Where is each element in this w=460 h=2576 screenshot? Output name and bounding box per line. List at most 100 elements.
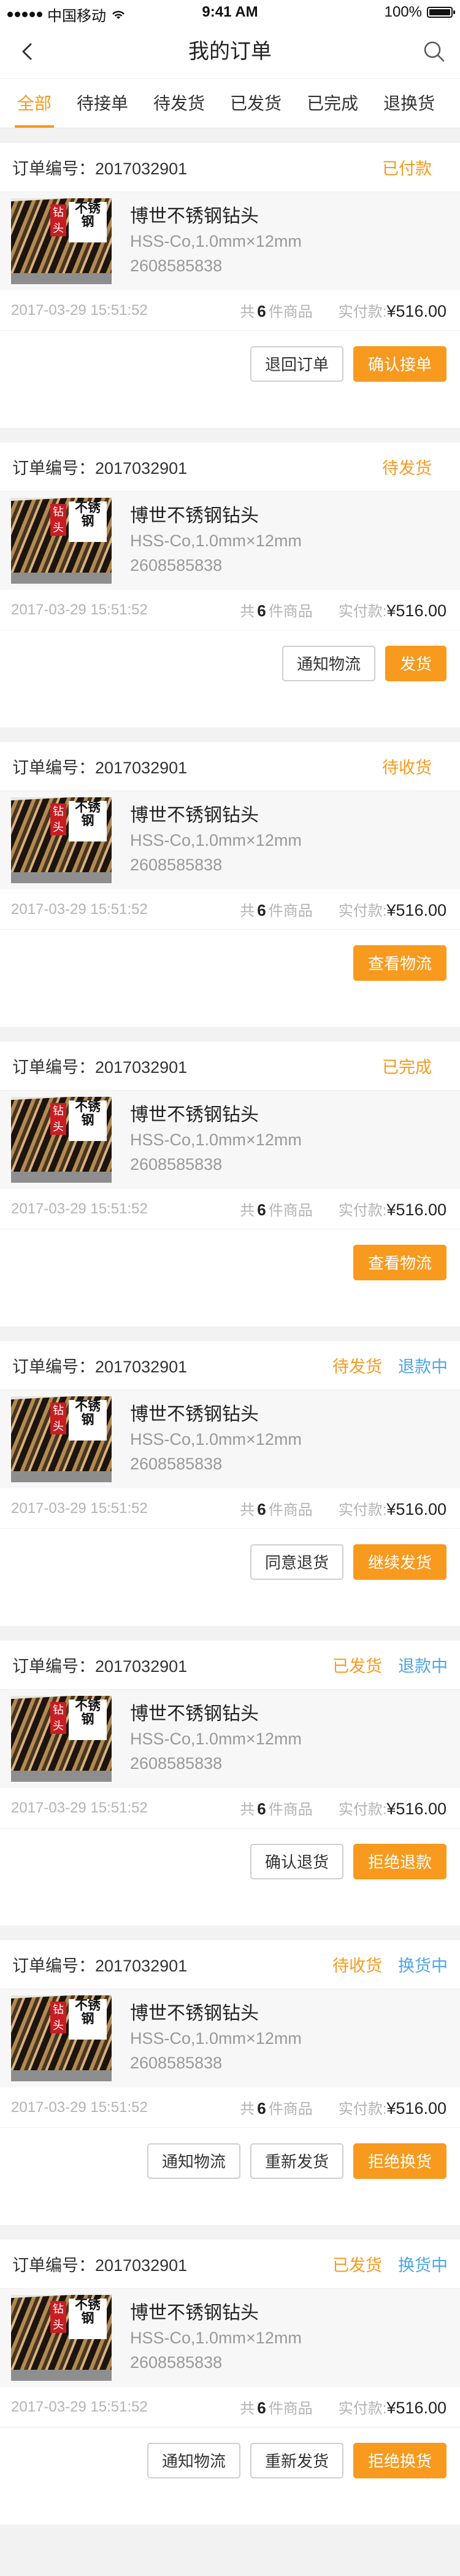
- item-count: 共 6 件商品: [240, 901, 313, 919]
- order-number: 订单编号：2017032901: [12, 759, 188, 777]
- product-thumbnail-tag2: 不锈钢: [69, 2299, 107, 2339]
- order-action-button[interactable]: 查看物流: [353, 945, 447, 981]
- order-action-button[interactable]: 退回订单: [250, 346, 343, 382]
- item-count: 共 6 件商品: [240, 1500, 313, 1518]
- order-summary: 2017-03-29 15:51:52 共 6 件商品 实付款:¥516.00: [0, 2387, 460, 2427]
- order-date: 2017-03-29 15:51:52: [11, 1200, 148, 1217]
- product-thumbnail: 钻头 不锈钢: [11, 1396, 112, 1482]
- status-bar: 中国移动 9:41 AM 100%: [0, 0, 460, 25]
- order-action-button[interactable]: 通知物流: [282, 646, 375, 681]
- product-name: 博世不锈钢钻头: [130, 1105, 259, 1125]
- order-header: 订单编号：2017032901 待发货 退款中: [0, 1341, 460, 1390]
- order-header: 订单编号：2017032901 已发货 退款中: [0, 1641, 460, 1690]
- paid-amount: 实付款:¥516.00: [338, 302, 447, 320]
- product-thumbnail-tag2: 不锈钢: [69, 1700, 107, 1740]
- product-spec: HSS-Co,1.0mm×12mm: [130, 1131, 302, 1149]
- after-sale-status: 退款中: [398, 1657, 448, 1676]
- order-action-button[interactable]: 查看物流: [353, 1245, 447, 1280]
- search-icon[interactable]: [422, 39, 447, 64]
- product-thumbnail: 钻头 不锈钢: [11, 198, 112, 284]
- tab-pending-accept[interactable]: 待接单: [67, 79, 138, 128]
- item-count: 共 6 件商品: [240, 1201, 313, 1219]
- tab-pending-ship[interactable]: 待发货: [144, 79, 215, 128]
- nav-bar: 我的订单: [0, 25, 460, 79]
- product-info: 博世不锈钢钻头 HSS-Co,1.0mm×12mm 2608585838: [130, 1396, 302, 1476]
- product-row[interactable]: 钻头 不锈钢 博世不锈钢钻头 HSS-Co,1.0mm×12mm 2608585…: [0, 1690, 460, 1788]
- product-name: 博世不锈钢钻头: [130, 805, 259, 826]
- order-card: 订单编号：2017032901 已发货 换货中 钻头 不锈钢 博世不锈钢钻头 H…: [0, 2240, 460, 2524]
- product-info: 博世不锈钢钻头 HSS-Co,1.0mm×12mm 2608585838: [130, 1097, 302, 1177]
- order-action-button[interactable]: 重新发货: [250, 2443, 343, 2478]
- order-number: 订单编号：2017032901: [12, 160, 188, 178]
- after-sale-status: 退款中: [398, 1358, 448, 1376]
- product-thumbnail: 钻头 不锈钢: [11, 1696, 112, 1782]
- order-action-button[interactable]: 拒绝退款: [353, 1844, 447, 1879]
- back-arrow-icon[interactable]: [16, 39, 40, 64]
- product-thumbnail-tag: 钻头: [50, 204, 66, 236]
- product-code: 2608585838: [130, 2054, 223, 2072]
- after-sale-status: 换货中: [398, 2256, 448, 2275]
- order-summary: 2017-03-29 15:51:52 共 6 件商品 实付款:¥516.00: [0, 1788, 460, 1828]
- order-actions: 通知物流 发货: [0, 630, 460, 697]
- item-count: 共 6 件商品: [240, 2099, 313, 2118]
- order-price: ¥516.00: [386, 2399, 447, 2417]
- product-name: 博世不锈钢钻头: [130, 1404, 259, 1425]
- order-actions: 通知物流 重新发货 拒绝换货: [0, 2427, 460, 2494]
- order-date: 2017-03-29 15:51:52: [11, 900, 148, 918]
- item-count: 共 6 件商品: [240, 302, 313, 320]
- order-card: 订单编号：2017032901 已完成 钻头 不锈钢 博世不锈钢钻头 HSS-C…: [0, 1042, 460, 1326]
- order-card: 订单编号：2017032901 待发货 钻头 不锈钢 博世不锈钢钻头 HSS-C…: [0, 443, 460, 727]
- tab-all[interactable]: 全部: [7, 79, 61, 128]
- product-row[interactable]: 钻头 不锈钢 博世不锈钢钻头 HSS-Co,1.0mm×12mm 2608585…: [0, 192, 460, 290]
- order-action-button[interactable]: 同意退货: [250, 1544, 343, 1580]
- order-card: 订单编号：2017032901 待发货 退款中 钻头 不锈钢 博世不锈钢钻头 H…: [0, 1341, 460, 1626]
- paid-amount: 实付款:¥516.00: [338, 2099, 447, 2118]
- order-action-button[interactable]: 重新发货: [250, 2143, 343, 2179]
- order-action-button[interactable]: 确认接单: [353, 346, 447, 382]
- tab-completed[interactable]: 已完成: [297, 79, 368, 128]
- order-action-button[interactable]: 发货: [385, 646, 447, 681]
- product-row[interactable]: 钻头 不锈钢 博世不锈钢钻头 HSS-Co,1.0mm×12mm 2608585…: [0, 492, 460, 590]
- product-row[interactable]: 钻头 不锈钢 博世不锈钢钻头 HSS-Co,1.0mm×12mm 2608585…: [0, 1390, 460, 1488]
- order-header: 订单编号：2017032901 已发货 换货中: [0, 2240, 460, 2289]
- order-action-button[interactable]: 通知物流: [147, 2143, 240, 2179]
- product-row[interactable]: 钻头 不锈钢 博世不锈钢钻头 HSS-Co,1.0mm×12mm 2608585…: [0, 2289, 460, 2387]
- product-thumbnail-tag: 钻头: [50, 1103, 66, 1135]
- product-thumbnail-tag2: 不锈钢: [69, 801, 107, 841]
- order-number: 订单编号：2017032901: [12, 2256, 188, 2275]
- product-code: 2608585838: [130, 1155, 223, 1174]
- order-summary: 2017-03-29 15:51:52 共 6 件商品 实付款:¥516.00: [0, 889, 460, 930]
- status-right: 100%: [384, 4, 455, 21]
- product-spec: HSS-Co,1.0mm×12mm: [130, 831, 302, 849]
- product-row[interactable]: 钻头 不锈钢 博世不锈钢钻头 HSS-Co,1.0mm×12mm 2608585…: [0, 791, 460, 889]
- order-price: ¥516.00: [386, 601, 447, 620]
- order-action-button[interactable]: 通知物流: [147, 2443, 240, 2478]
- product-thumbnail-tag2: 不锈钢: [69, 202, 107, 242]
- order-card: 订单编号：2017032901 待收货 钻头 不锈钢 博世不锈钢钻头 HSS-C…: [0, 742, 460, 1027]
- product-row[interactable]: 钻头 不锈钢 博世不锈钢钻头 HSS-Co,1.0mm×12mm 2608585…: [0, 1091, 460, 1189]
- product-thumbnail-tag: 钻头: [50, 2301, 66, 2333]
- order-status: 已付款: [382, 160, 432, 178]
- order-status: 待发货: [382, 459, 432, 478]
- order-actions: 确认退货 拒绝退款: [0, 1828, 460, 1895]
- product-info: 博世不锈钢钻头 HSS-Co,1.0mm×12mm 2608585838: [130, 1995, 302, 2075]
- order-action-button[interactable]: 拒绝换货: [353, 2443, 447, 2478]
- product-row[interactable]: 钻头 不锈钢 博世不锈钢钻头 HSS-Co,1.0mm×12mm 2608585…: [0, 1989, 460, 2087]
- product-name: 博世不锈钢钻头: [130, 2003, 259, 2024]
- order-price: ¥516.00: [386, 1800, 447, 1818]
- product-info: 博世不锈钢钻头 HSS-Co,1.0mm×12mm 2608585838: [130, 2295, 302, 2375]
- order-number: 订单编号：2017032901: [12, 1657, 188, 1676]
- order-action-button[interactable]: 拒绝换货: [353, 2143, 447, 2179]
- battery-percent: 100%: [384, 4, 422, 20]
- order-number: 订单编号：2017032901: [12, 459, 188, 478]
- order-action-button[interactable]: 确认退货: [250, 1844, 343, 1879]
- tab-returns[interactable]: 退换货: [374, 79, 445, 128]
- order-date: 2017-03-29 15:51:52: [11, 2398, 148, 2415]
- order-list: 订单编号：2017032901 已付款 钻头 不锈钢 博世不锈钢钻头 HSS-C…: [0, 143, 460, 2524]
- order-date: 2017-03-29 15:51:52: [11, 1799, 148, 1816]
- order-card: 订单编号：2017032901 已发货 退款中 钻头 不锈钢 博世不锈钢钻头 H…: [0, 1641, 460, 1925]
- product-spec: HSS-Co,1.0mm×12mm: [130, 2029, 302, 2048]
- order-actions: 查看物流: [0, 1229, 460, 1296]
- tab-shipped[interactable]: 已发货: [220, 79, 291, 128]
- order-action-button[interactable]: 继续发货: [353, 1544, 447, 1580]
